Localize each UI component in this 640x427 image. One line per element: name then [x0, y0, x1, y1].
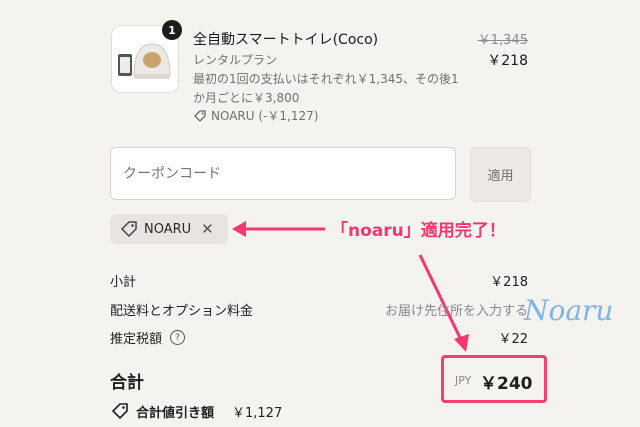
- total-discount-value: ￥1,127: [232, 406, 283, 421]
- tax-label: 推定税額: [110, 332, 163, 347]
- tax-row: 推定税額 ?: [110, 328, 186, 347]
- help-icon[interactable]: ?: [170, 330, 186, 345]
- arrowhead-down-icon: [454, 334, 469, 352]
- shipping-address-hint[interactable]: お届け先住所を入力する: [385, 300, 528, 319]
- shipping-label: 配送料とオプション料金: [110, 304, 254, 319]
- total-value: ￥240: [480, 374, 533, 394]
- discount-tag-icon: [111, 403, 128, 420]
- applied-annotation-text: 「noaru」適用完了！: [331, 221, 506, 241]
- subtotal-label: 小計: [110, 275, 137, 290]
- total-label: 合計: [110, 373, 144, 393]
- subtotal-value: ￥218: [490, 275, 528, 290]
- currency-label: JPY: [455, 374, 472, 387]
- total-discount-label: 合計値引き額: [136, 406, 215, 421]
- arrowhead-left-icon: [232, 221, 246, 237]
- noaru-signature: Noaru: [524, 294, 614, 327]
- tax-value: ￥22: [498, 332, 528, 347]
